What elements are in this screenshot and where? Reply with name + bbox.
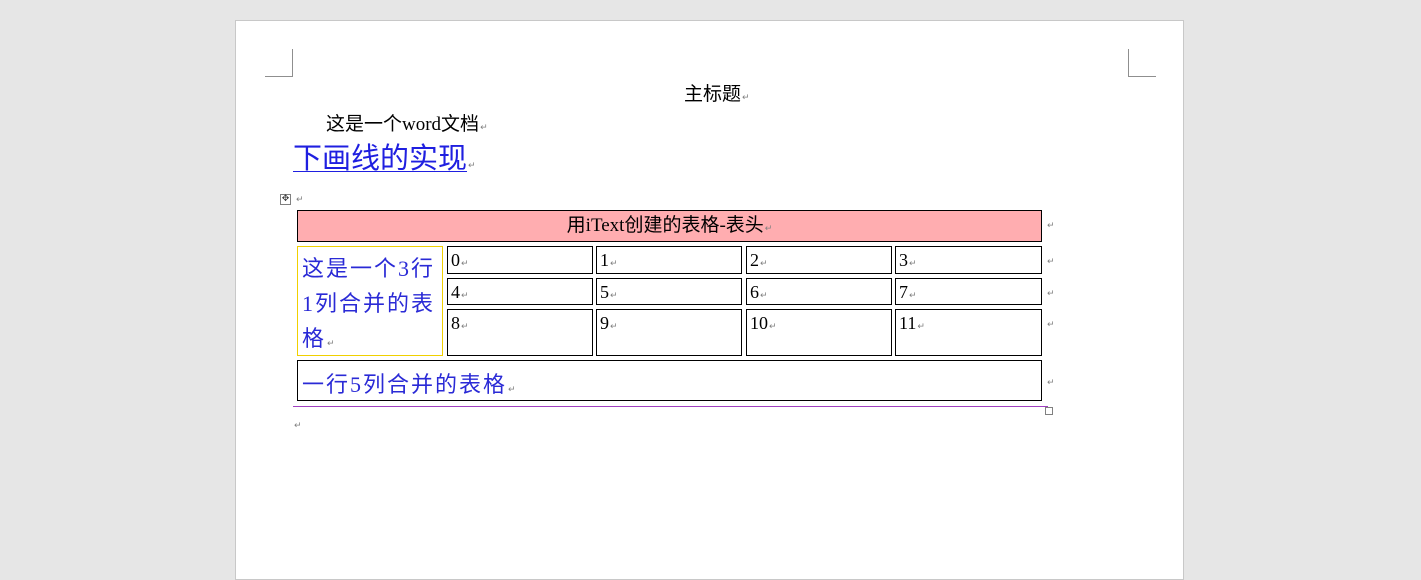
paragraph-mark-icon: ↵	[461, 322, 469, 332]
document-page[interactable]: 主标题↵ 这是一个word文档↵ 下画线的实现↵ ✥ ↵ 用iText创建的表格…	[235, 20, 1184, 580]
table-cell-9[interactable]: 9↵	[596, 309, 742, 356]
table-cell-0[interactable]: 0↵	[447, 246, 593, 274]
paragraph-mark-icon: ↵	[508, 385, 518, 395]
table-bottom-border	[293, 406, 1048, 407]
row-end-mark: ↵	[1047, 320, 1055, 330]
table-resize-handle-icon[interactable]	[1045, 407, 1053, 415]
table-header-cell[interactable]: 用iText创建的表格-表头↵	[297, 210, 1042, 242]
paragraph-mark-icon: ↵	[461, 259, 469, 269]
paragraph-mark-icon: ↵	[760, 291, 768, 301]
table-cell-4[interactable]: 4↵	[447, 278, 593, 305]
paragraph-mark-icon: ↵	[468, 161, 476, 171]
crop-mark-top-right	[1128, 49, 1156, 77]
paragraph-mark-icon: ↵	[296, 195, 304, 205]
empty-paragraph: ↵	[293, 415, 302, 433]
row-end-mark: ↵	[1047, 289, 1055, 299]
table-cell-10[interactable]: 10↵	[746, 309, 892, 356]
table-cell-1[interactable]: 1↵	[596, 246, 742, 274]
paragraph-mark-icon: ↵	[610, 291, 618, 301]
merged-3-row-cell[interactable]: 这是一个3行1列合并的表格↵	[297, 246, 443, 356]
merged-5-column-cell[interactable]: 一行5列合并的表格↵	[297, 360, 1042, 401]
row-end-mark: ↵	[1047, 221, 1055, 231]
paragraph-mark-icon: ↵	[917, 322, 925, 332]
paragraph-mark-icon: ↵	[909, 291, 917, 301]
empty-paragraph: ↵	[295, 189, 304, 207]
document-title[interactable]: 主标题↵	[684, 79, 750, 106]
paragraph-mark-icon: ↵	[294, 421, 302, 431]
paragraph-mark-icon: ↵	[742, 93, 750, 103]
paragraph-mark-icon: ↵	[610, 259, 618, 269]
table-cell-11[interactable]: 11↵	[895, 309, 1042, 356]
table-move-handle-icon[interactable]: ✥	[280, 194, 291, 205]
row-end-mark: ↵	[1047, 257, 1055, 267]
table-cell-8[interactable]: 8↵	[447, 309, 593, 356]
row-end-mark: ↵	[1047, 378, 1055, 388]
paragraph-mark-icon: ↵	[764, 224, 773, 234]
table-cell-2[interactable]: 2↵	[746, 246, 892, 274]
paragraph-mark-icon: ↵	[327, 339, 337, 349]
table-cell-7[interactable]: 7↵	[895, 278, 1042, 305]
table-cell-5[interactable]: 5↵	[596, 278, 742, 305]
body-paragraph[interactable]: 这是一个word文档↵	[326, 109, 488, 136]
underlined-heading[interactable]: 下画线的实现↵	[293, 135, 476, 177]
table-cell-6[interactable]: 6↵	[746, 278, 892, 305]
crop-mark-top-left	[265, 49, 293, 77]
paragraph-mark-icon: ↵	[760, 259, 768, 269]
paragraph-mark-icon: ↵	[480, 123, 488, 133]
paragraph-mark-icon: ↵	[461, 291, 469, 301]
paragraph-mark-icon: ↵	[769, 322, 777, 332]
table-cell-3[interactable]: 3↵	[895, 246, 1042, 274]
paragraph-mark-icon: ↵	[610, 322, 618, 332]
paragraph-mark-icon: ↵	[909, 259, 917, 269]
